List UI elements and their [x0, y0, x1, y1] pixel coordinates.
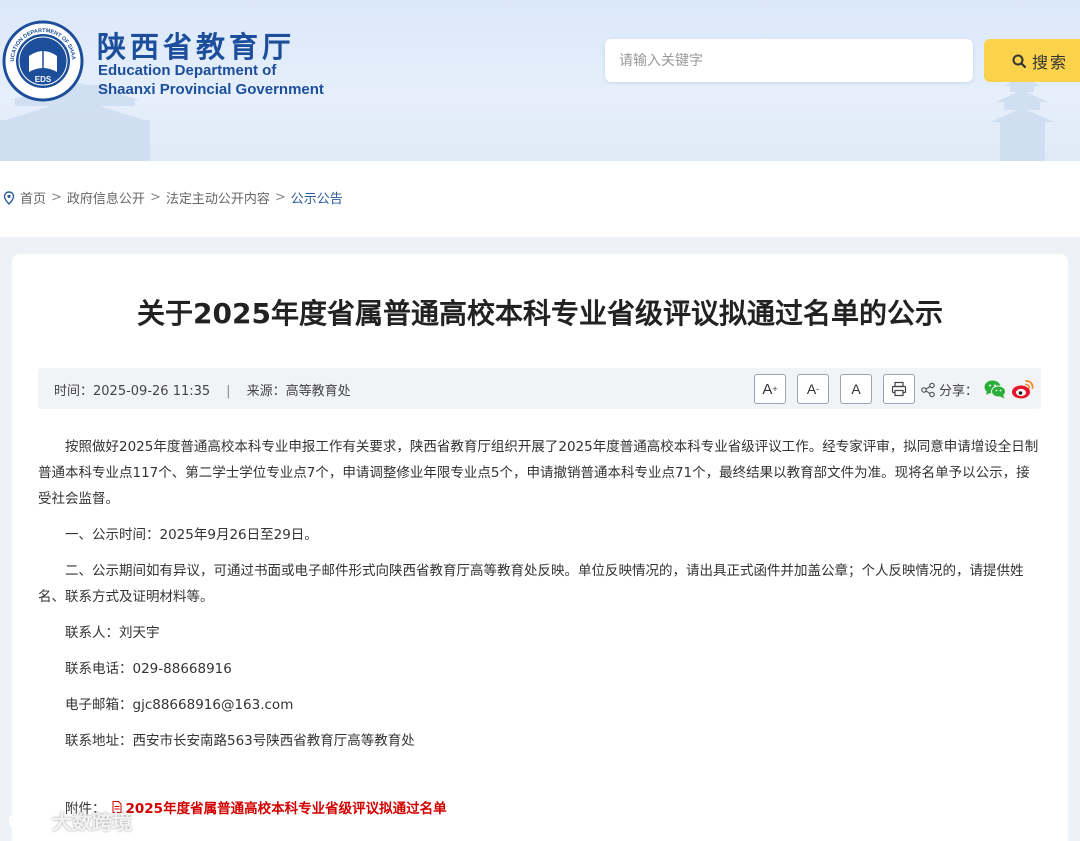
site-title-chinese: 陕西省教育厅	[97, 30, 296, 64]
contact-email: 电子邮箱：gjc88668916@163.com	[65, 697, 294, 713]
article-card: 关于2025年度省属普通高校本科专业省级评议拟通过名单的公示 时间：2025-0…	[12, 254, 1068, 841]
wechat-share-icon[interactable]	[983, 378, 1007, 400]
contact-address: 联系地址：西安市长安南路563号陕西省教育厅高等教育处	[65, 733, 415, 749]
search-icon	[1012, 54, 1026, 68]
watermark: 大数跨境	[8, 806, 132, 835]
breadcrumb-statutory-disclosure[interactable]: 法定主动公开内容	[166, 188, 270, 207]
search-button[interactable]: 搜索	[984, 39, 1080, 82]
site-header: EDS EDUCATION DEPARTMENT OF SHAANXI 陕西省教…	[0, 0, 1080, 161]
article-paragraph: 一、公示时间：2025年9月26日至29日。	[65, 527, 318, 543]
article-meta-bar: 时间：2025-09-26 11:35 | 来源：高等教育处 A + A- A 分享：	[38, 368, 1041, 409]
weibo-share-icon[interactable]	[1011, 378, 1035, 400]
meta-divider: |	[226, 384, 231, 399]
font-reset-button[interactable]: A	[840, 374, 872, 404]
publish-time: 2025-09-26 11:35	[93, 384, 211, 399]
share-icon	[921, 382, 935, 397]
article-paragraph: 按照做好2025年度普通高校本科专业申报工作有关要求，陕西省教育厅组织开展了20…	[38, 439, 1039, 507]
breadcrumb-separator: >	[149, 190, 161, 205]
print-button[interactable]	[883, 374, 915, 404]
site-title-english: Education Department of Shaanxi Provinci…	[98, 61, 324, 99]
watermark-text: 大数跨境	[52, 810, 132, 834]
contact-person: 联系人：刘天宇	[65, 625, 160, 641]
source-value: 高等教育处	[285, 384, 351, 399]
font-increase-button[interactable]: A +	[754, 374, 786, 404]
breadcrumb-bar: 首页 > 政府信息公开 > 法定主动公开内容 > 公示公告	[0, 161, 1080, 237]
breadcrumb: 首页 > 政府信息公开 > 法定主动公开内容 > 公示公告	[2, 188, 343, 207]
source-label: 来源：	[246, 384, 286, 399]
share-label: 分享：	[920, 380, 978, 399]
breadcrumb-announcements[interactable]: 公示公告	[291, 188, 343, 207]
article-meta: 时间：2025-09-26 11:35 | 来源：高等教育处	[54, 380, 351, 399]
education-department-emblem: EDS EDUCATION DEPARTMENT OF SHAANXI	[2, 20, 84, 102]
breadcrumb-home[interactable]: 首页	[20, 188, 46, 207]
attachment-link[interactable]: 2025年度省属普通高校本科专业省级评议拟通过名单	[126, 797, 447, 817]
search-input[interactable]	[605, 39, 973, 82]
font-decrease-button[interactable]: A-	[797, 374, 829, 404]
font-reset-label: A	[851, 381, 861, 397]
location-pin-icon	[3, 190, 15, 205]
contact-phone: 联系电话：029-88668916	[65, 661, 232, 677]
breadcrumb-separator: >	[51, 190, 62, 205]
breadcrumb-gov-info[interactable]: 政府信息公开	[67, 188, 145, 207]
time-label: 时间：	[54, 384, 94, 399]
share-label-text: 分享：	[939, 384, 979, 399]
article-title: 关于2025年度省属普通高校本科专业省级评议拟通过名单的公示	[137, 297, 943, 330]
article-body: 按照做好2025年度普通高校本科专业申报工作有关要求，陕西省教育厅组织开展了20…	[38, 434, 1043, 754]
site-title-english-line1: Education Department of	[98, 62, 277, 79]
font-increase-label: A	[762, 380, 773, 398]
svg-text:EDS: EDS	[35, 75, 52, 84]
article-paragraph: 二、公示期间如有异议，可通过书面或电子邮件形式向陕西省教育厅高等教育处反映。单位…	[38, 563, 1024, 605]
font-decrease-label: A	[806, 381, 817, 397]
printer-icon	[891, 381, 907, 397]
watermark-logo-icon	[8, 812, 52, 829]
search-button-label: 搜索	[1032, 52, 1069, 72]
site-title-english-line2: Shaanxi Provincial Government	[98, 81, 324, 98]
breadcrumb-separator: >	[274, 190, 286, 205]
